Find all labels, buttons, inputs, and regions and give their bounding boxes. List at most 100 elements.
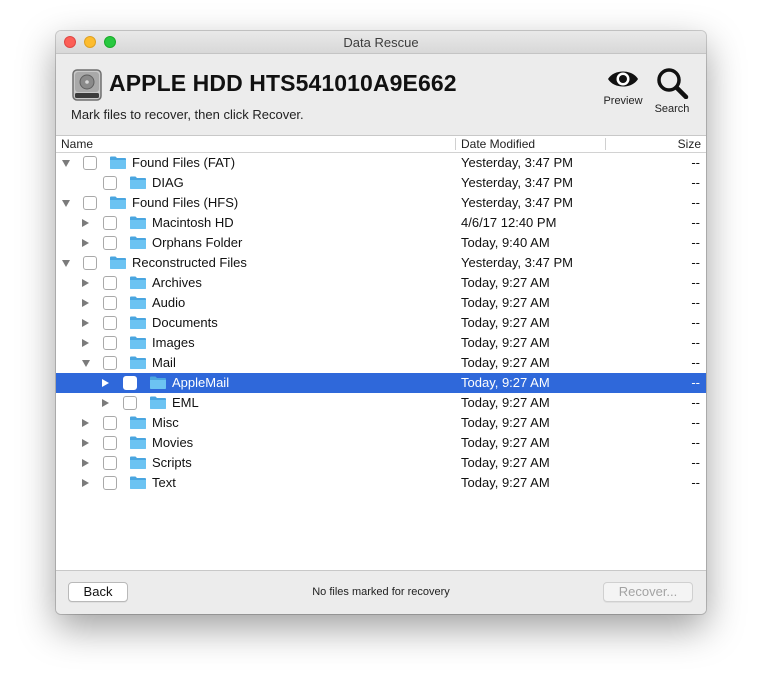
row-name: Text <box>152 475 176 490</box>
row-name: DIAG <box>152 175 184 190</box>
disclosure-triangle-collapsed-icon[interactable] <box>82 479 89 487</box>
row-size: -- <box>691 395 700 410</box>
row-size: -- <box>691 475 700 490</box>
disclosure-triangle-expanded-icon[interactable] <box>62 260 70 267</box>
column-name[interactable]: Name <box>61 137 93 151</box>
header: APPLE HDD HTS541010A9E662 Mark files to … <box>56 54 706 136</box>
recover-checkbox[interactable] <box>83 256 97 270</box>
row-date-modified: Yesterday, 3:47 PM <box>461 255 574 270</box>
row-size: -- <box>691 315 700 330</box>
disclosure-triangle-collapsed-icon[interactable] <box>82 319 89 327</box>
folder-icon <box>130 316 146 329</box>
row-date-modified: Today, 9:27 AM <box>461 475 550 490</box>
recover-checkbox[interactable] <box>123 376 137 390</box>
table-row[interactable]: Movies Today, 9:27 AM -- <box>56 433 706 453</box>
folder-icon <box>150 376 166 389</box>
table-row[interactable]: Documents Today, 9:27 AM -- <box>56 313 706 333</box>
table-row[interactable]: Text Today, 9:27 AM -- <box>56 473 706 493</box>
disclosure-triangle-collapsed-icon[interactable] <box>82 459 89 467</box>
disclosure-triangle-collapsed-icon[interactable] <box>82 219 89 227</box>
row-name: Found Files (HFS) <box>132 195 239 210</box>
row-size: -- <box>691 375 700 390</box>
disclosure-triangle-expanded-icon[interactable] <box>62 160 70 167</box>
recover-checkbox[interactable] <box>103 416 117 430</box>
disclosure-triangle-expanded-icon[interactable] <box>62 200 70 207</box>
disclosure-triangle-collapsed-icon[interactable] <box>82 299 89 307</box>
row-name: Scripts <box>152 455 192 470</box>
file-outline-view[interactable]: Name Date Modified Size Found Files (FAT… <box>56 136 706 570</box>
recover-checkbox[interactable] <box>103 216 117 230</box>
row-name: EML <box>172 395 199 410</box>
row-name: Misc <box>152 415 179 430</box>
folder-icon <box>110 196 126 209</box>
disclosure-triangle-collapsed-icon[interactable] <box>82 419 89 427</box>
recover-checkbox[interactable] <box>103 296 117 310</box>
disclosure-triangle-collapsed-icon[interactable] <box>102 399 109 407</box>
disclosure-triangle-collapsed-icon[interactable] <box>82 279 89 287</box>
table-row[interactable]: Mail Today, 9:27 AM -- <box>56 353 706 373</box>
row-size: -- <box>691 215 700 230</box>
title-bar[interactable]: Data Rescue <box>56 31 706 54</box>
row-date-modified: Today, 9:40 AM <box>461 235 550 250</box>
recover-checkbox[interactable] <box>123 396 137 410</box>
recover-checkbox[interactable] <box>83 196 97 210</box>
row-size: -- <box>691 195 700 210</box>
column-size[interactable]: Size <box>678 137 701 151</box>
table-row[interactable]: Macintosh HD 4/6/17 12:40 PM -- <box>56 213 706 233</box>
table-row[interactable]: DIAG Yesterday, 3:47 PM -- <box>56 173 706 193</box>
app-window: Data Rescue APPLE HDD HTS541010A9E662 Ma… <box>56 31 706 614</box>
table-row[interactable]: Scripts Today, 9:27 AM -- <box>56 453 706 473</box>
search-button[interactable]: Search <box>650 67 694 115</box>
hard-drive-icon <box>72 69 102 101</box>
folder-icon <box>130 216 146 229</box>
row-name: Archives <box>152 275 202 290</box>
recover-checkbox[interactable] <box>103 236 117 250</box>
row-size: -- <box>691 415 700 430</box>
folder-icon <box>110 156 126 169</box>
column-divider[interactable] <box>455 138 456 150</box>
footer-bar: Back No files marked for recovery Recove… <box>56 570 706 614</box>
disclosure-triangle-collapsed-icon[interactable] <box>82 339 89 347</box>
recover-checkbox[interactable] <box>103 336 117 350</box>
recover-checkbox[interactable] <box>103 436 117 450</box>
recover-button[interactable]: Recover... <box>603 582 693 602</box>
disk-name: APPLE HDD HTS541010A9E662 <box>109 70 457 96</box>
recover-checkbox[interactable] <box>103 476 117 490</box>
table-row[interactable]: Audio Today, 9:27 AM -- <box>56 293 706 313</box>
row-size: -- <box>691 355 700 370</box>
recover-checkbox[interactable] <box>103 316 117 330</box>
recover-checkbox[interactable] <box>83 156 97 170</box>
row-date-modified: Yesterday, 3:47 PM <box>461 175 574 190</box>
column-divider[interactable] <box>605 138 606 150</box>
row-date-modified: Today, 9:27 AM <box>461 335 550 350</box>
folder-icon <box>130 436 146 449</box>
table-row[interactable]: Archives Today, 9:27 AM -- <box>56 273 706 293</box>
folder-icon <box>130 296 146 309</box>
file-rows: Found Files (FAT) Yesterday, 3:47 PM -- DIA… <box>56 153 706 493</box>
table-row[interactable]: Misc Today, 9:27 AM -- <box>56 413 706 433</box>
recover-checkbox[interactable] <box>103 176 117 190</box>
column-date-modified[interactable]: Date Modified <box>461 137 535 151</box>
recover-checkbox[interactable] <box>103 356 117 370</box>
table-row[interactable]: Reconstructed Files Yesterday, 3:47 PM -- <box>56 253 706 273</box>
row-date-modified: Today, 9:27 AM <box>461 375 550 390</box>
disclosure-triangle-collapsed-icon[interactable] <box>102 379 109 387</box>
recover-checkbox[interactable] <box>103 276 117 290</box>
magnifier-icon <box>657 68 689 99</box>
disclosure-triangle-collapsed-icon[interactable] <box>82 239 89 247</box>
table-row[interactable]: EML Today, 9:27 AM -- <box>56 393 706 413</box>
table-row[interactable]: Found Files (FAT) Yesterday, 3:47 PM -- <box>56 153 706 173</box>
row-size: -- <box>691 295 700 310</box>
preview-button[interactable]: Preview <box>600 67 646 107</box>
row-date-modified: Today, 9:27 AM <box>461 395 550 410</box>
disclosure-triangle-collapsed-icon[interactable] <box>82 439 89 447</box>
row-date-modified: Yesterday, 3:47 PM <box>461 195 574 210</box>
recover-checkbox[interactable] <box>103 456 117 470</box>
table-row[interactable]: AppleMail Today, 9:27 AM -- <box>56 373 706 393</box>
disclosure-triangle-expanded-icon[interactable] <box>82 360 90 367</box>
table-row[interactable]: Orphans Folder Today, 9:40 AM -- <box>56 233 706 253</box>
table-row[interactable]: Found Files (HFS) Yesterday, 3:47 PM -- <box>56 193 706 213</box>
row-date-modified: Today, 9:27 AM <box>461 435 550 450</box>
folder-icon <box>130 416 146 429</box>
table-row[interactable]: Images Today, 9:27 AM -- <box>56 333 706 353</box>
